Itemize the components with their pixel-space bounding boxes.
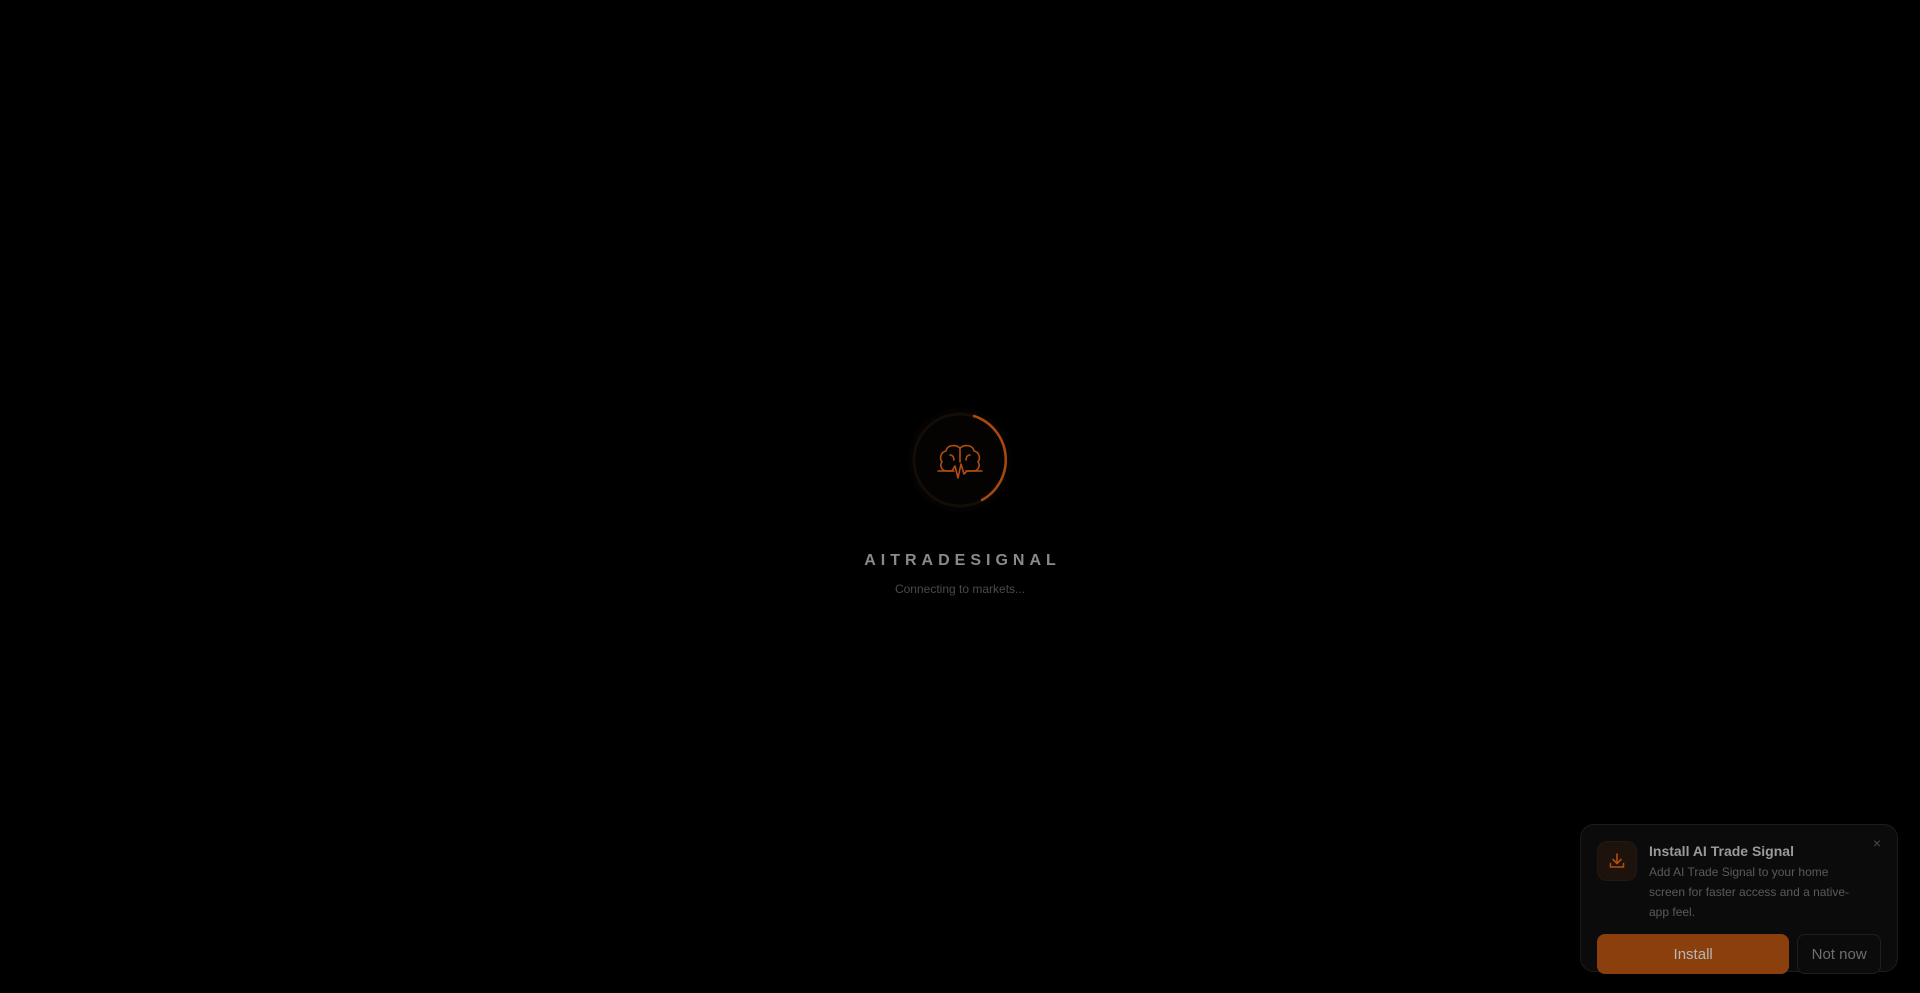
page: AITRADESIGNAL Connecting to markets... ×… [0,0,1920,993]
install-prompt-text: Install AI Trade Signal Add AI Trade Sig… [1649,841,1881,922]
loading-status: Connecting to markets... [894,582,1026,596]
install-button[interactable]: Install [1597,934,1790,974]
install-prompt-header: Install AI Trade Signal Add AI Trade Sig… [1597,841,1881,922]
install-prompt-description: Add AI Trade Signal to your home screen … [1649,865,1850,919]
install-prompt-actions: Install Not now [1597,934,1881,974]
brain-pulse-icon [937,444,983,479]
not-now-button[interactable]: Not now [1797,934,1881,974]
loading-screen: AITRADESIGNAL Connecting to markets... [0,400,1920,596]
install-prompt-card: × Install AI Trade Signal Add AI Trade S… [1580,824,1898,974]
loading-spinner [900,400,1020,520]
close-icon[interactable]: × [1869,835,1885,851]
brand-name: AITRADESIGNAL [864,552,1061,569]
install-prompt-title: Install AI Trade Signal [1649,843,1794,859]
download-icon [1597,841,1637,881]
